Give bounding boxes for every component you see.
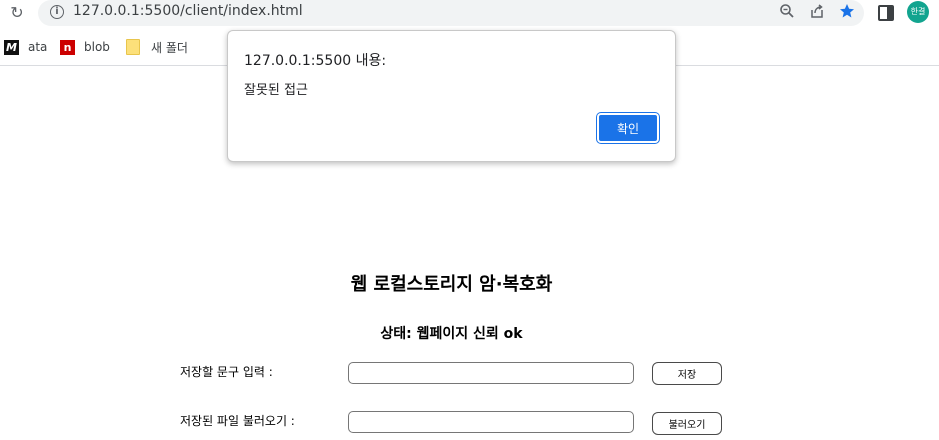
m-logo-icon: M [4,39,19,55]
bookmark-star-icon[interactable] [838,3,856,21]
save-label: 저장할 문구 입력 : [180,365,273,379]
share-icon[interactable] [808,3,826,21]
bookmark-label: blob [84,40,110,54]
page-heading: 웹 로컬스토리지 암·복호화 [350,274,553,295]
load-file-input[interactable] [348,411,634,433]
dialog-title: 127.0.0.1:5500 내용: [244,53,387,69]
address-bar[interactable]: i 127.0.0.1:5500/client/index.html [38,0,864,26]
bookmark-ata[interactable]: M ata [4,38,47,56]
side-panel-icon[interactable] [878,5,894,21]
browser-toolbar: ↻ i 127.0.0.1:5500/client/index.html 한결 [0,0,939,30]
alert-dialog: 127.0.0.1:5500 내용: 잘못된 접근 확인 [227,30,676,162]
load-label: 저장된 파일 불러오기 : [180,414,295,428]
dialog-ok-button[interactable]: 확인 [597,113,659,143]
load-button[interactable]: 불러오기 [652,412,722,435]
profile-avatar[interactable]: 한결 [907,1,929,23]
bookmark-new-folder[interactable]: 새 폴더 [126,38,188,56]
bookmark-label: 새 폴더 [151,40,188,55]
bookmark-blob[interactable]: n blob [60,38,110,56]
n-logo-icon: n [60,39,75,55]
reload-icon[interactable]: ↻ [8,4,26,22]
folder-icon [126,39,140,55]
dialog-message: 잘못된 접근 [244,83,308,98]
status-text: 상태: 웹페이지 신뢰 ok [380,326,523,342]
bookmark-label: ata [28,40,48,54]
save-text-input[interactable] [348,362,634,384]
url-text[interactable]: 127.0.0.1:5500/client/index.html [73,3,303,19]
info-icon[interactable]: i [50,5,64,19]
save-button[interactable]: 저장 [652,362,722,385]
zoom-icon[interactable] [778,3,796,21]
